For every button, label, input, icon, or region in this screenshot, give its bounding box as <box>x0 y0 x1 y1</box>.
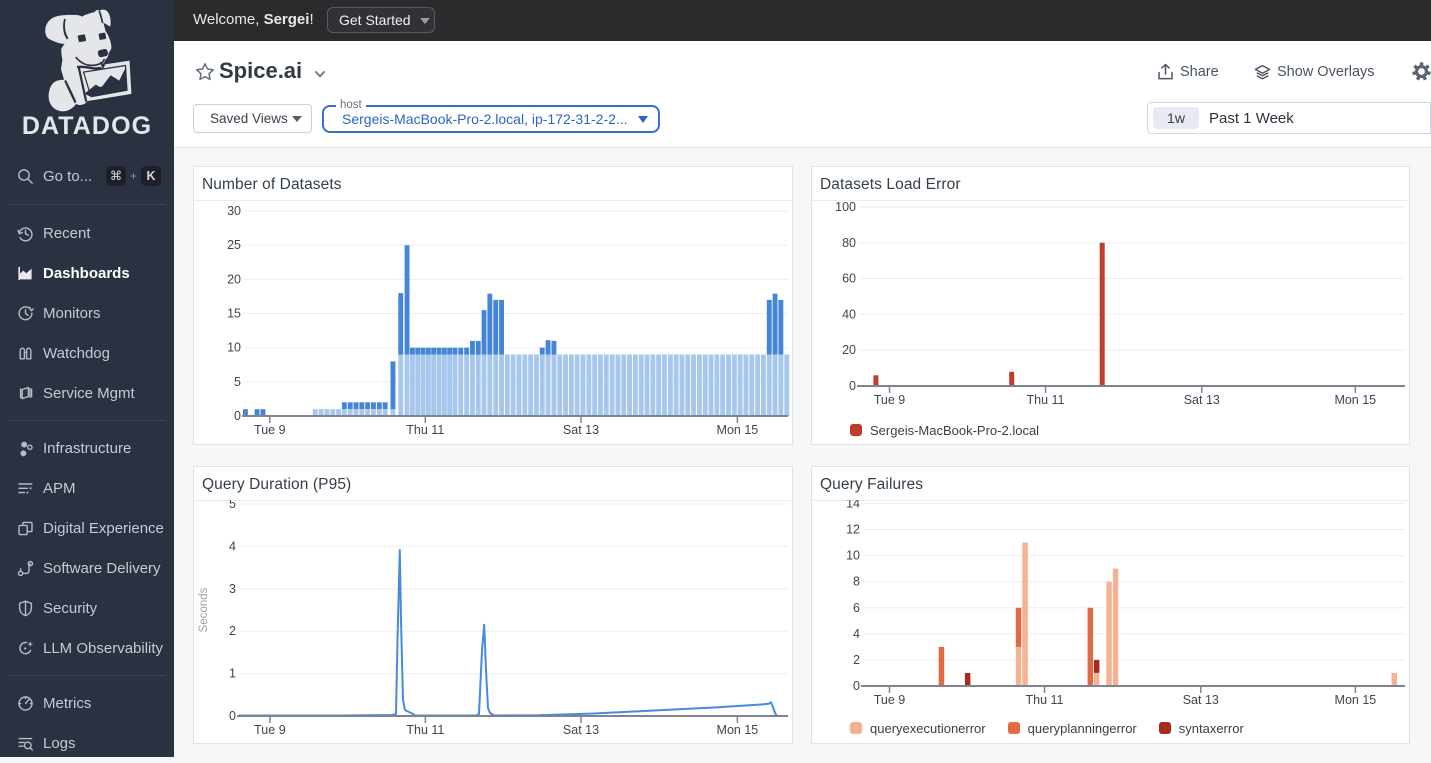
svg-text:Mon 15: Mon 15 <box>1334 393 1376 407</box>
svg-text:Seconds: Seconds <box>198 587 210 632</box>
svg-text:30: 30 <box>227 204 241 218</box>
svg-text:80: 80 <box>842 236 856 250</box>
svg-text:0: 0 <box>849 379 856 393</box>
svg-text:1: 1 <box>229 667 236 681</box>
svg-text:Tue 9: Tue 9 <box>874 693 906 707</box>
svg-text:Sat 13: Sat 13 <box>563 723 599 737</box>
svg-text:Mon 15: Mon 15 <box>717 723 759 737</box>
svg-text:0: 0 <box>853 679 860 693</box>
svg-text:20: 20 <box>842 343 856 357</box>
svg-text:Thu 11: Thu 11 <box>406 423 444 437</box>
svg-text:Mon 15: Mon 15 <box>1335 693 1377 707</box>
svg-text:40: 40 <box>842 307 856 321</box>
svg-text:10: 10 <box>846 549 860 563</box>
svg-text:8: 8 <box>853 575 860 589</box>
svg-text:Thu 11: Thu 11 <box>1027 393 1065 407</box>
svg-text:0: 0 <box>234 409 241 423</box>
svg-text:2: 2 <box>853 653 860 667</box>
svg-text:25: 25 <box>227 238 241 252</box>
svg-text:5: 5 <box>234 375 241 389</box>
svg-text:100: 100 <box>835 200 856 214</box>
svg-text:12: 12 <box>846 523 860 537</box>
svg-text:4: 4 <box>229 539 236 553</box>
svg-text:Thu 11: Thu 11 <box>406 723 444 737</box>
svg-text:Mon 15: Mon 15 <box>717 423 759 437</box>
svg-text:10: 10 <box>227 341 241 355</box>
svg-text:Sat 13: Sat 13 <box>1184 393 1220 407</box>
svg-text:3: 3 <box>229 582 236 596</box>
svg-text:4: 4 <box>853 627 860 641</box>
svg-text:Tue 9: Tue 9 <box>254 423 286 437</box>
svg-text:15: 15 <box>227 307 241 321</box>
svg-text:5: 5 <box>229 500 236 511</box>
svg-text:Sat 13: Sat 13 <box>563 423 599 437</box>
svg-text:60: 60 <box>842 272 856 286</box>
svg-text:20: 20 <box>227 272 241 286</box>
svg-text:Thu 11: Thu 11 <box>1026 693 1064 707</box>
svg-text:0: 0 <box>229 709 236 723</box>
svg-text:Tue 9: Tue 9 <box>254 723 286 737</box>
svg-text:Sat 13: Sat 13 <box>1183 693 1219 707</box>
svg-text:Tue 9: Tue 9 <box>874 393 906 407</box>
svg-text:2: 2 <box>229 624 236 638</box>
svg-text:6: 6 <box>853 601 860 615</box>
svg-text:14: 14 <box>846 500 860 510</box>
